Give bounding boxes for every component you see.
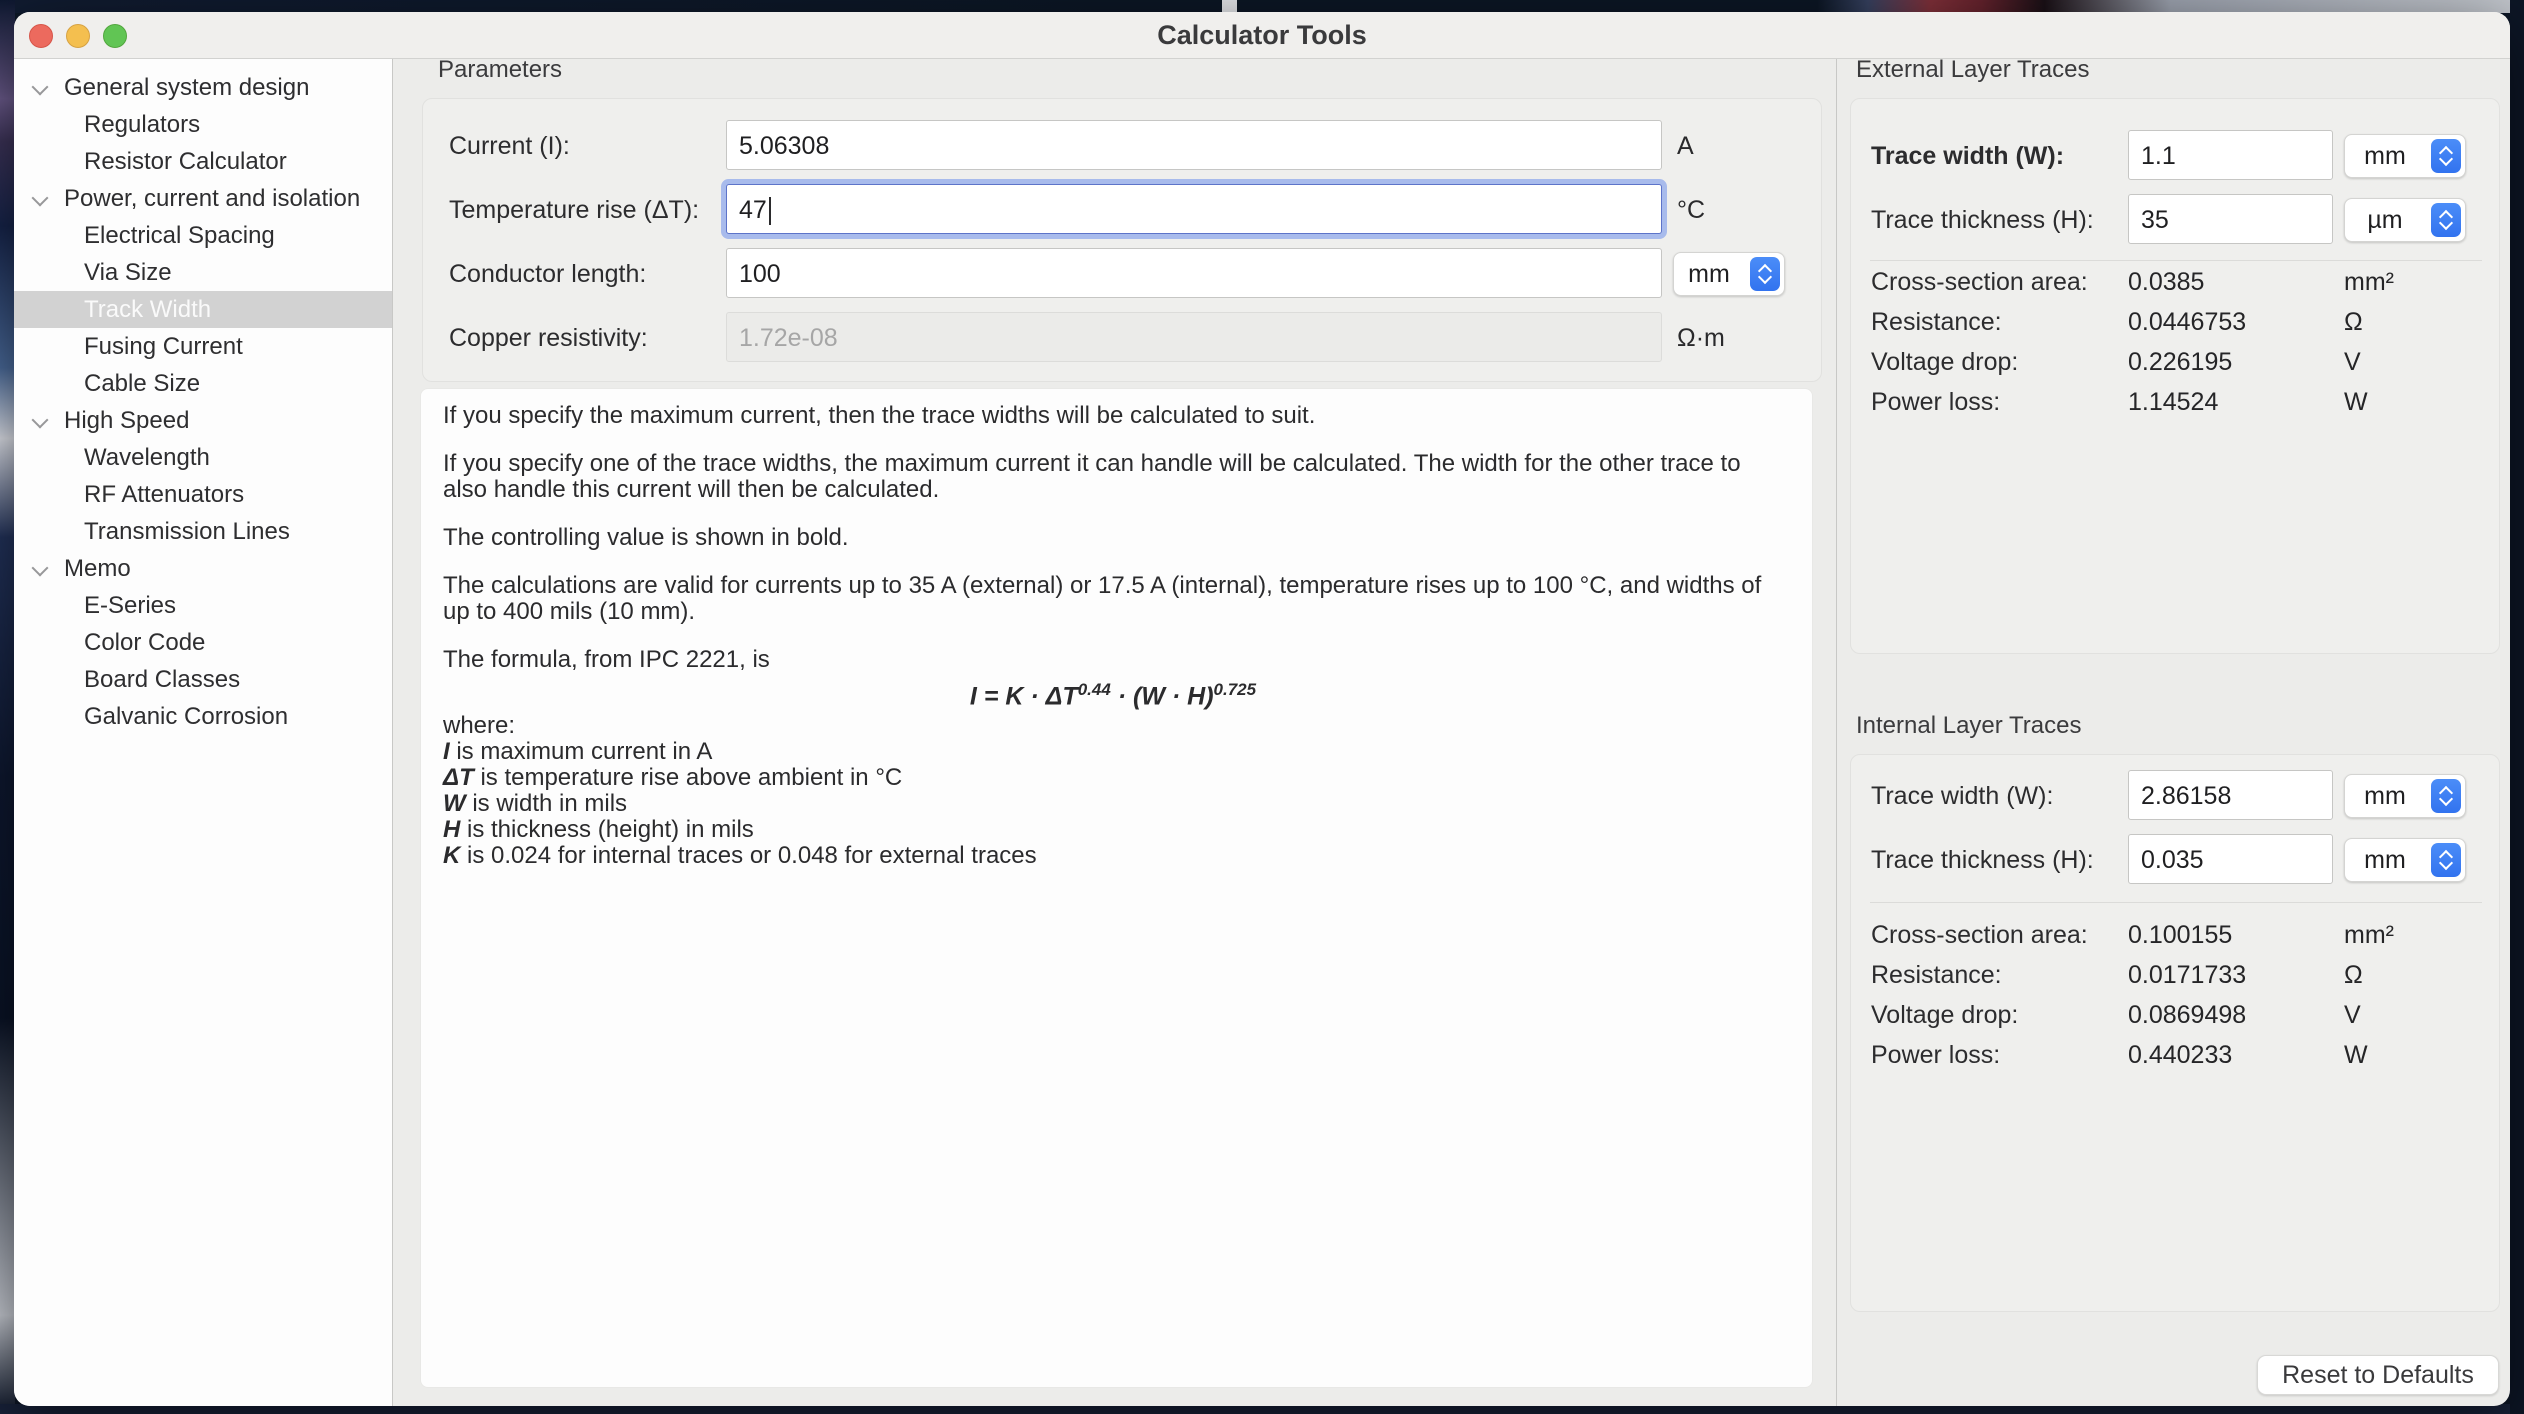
result-unit: W xyxy=(2344,382,2368,422)
text-caret xyxy=(769,197,771,225)
result-value: 0.0385 xyxy=(2128,262,2204,302)
chevron-down-icon xyxy=(32,79,49,96)
temperature-rise-label: Temperature rise (ΔT): xyxy=(449,184,699,236)
stepper-icon xyxy=(2431,203,2461,237)
result-value: 0.0171733 xyxy=(2128,955,2246,995)
sidebar-item-rf-attenuators[interactable]: RF Attenuators xyxy=(14,476,392,513)
result-label: Resistance: xyxy=(1871,955,2002,995)
external-section-label: External Layer Traces xyxy=(1856,56,2089,84)
note-formula-intro: The formula, from IPC 2221, is xyxy=(443,647,1783,673)
external-trace-width-label: Trace width (W): xyxy=(1871,130,2064,182)
result-label: Power loss: xyxy=(1871,1035,2000,1075)
chevron-down-icon xyxy=(32,412,49,429)
internal-section-label: Internal Layer Traces xyxy=(1856,712,2081,740)
temperature-rise-unit: °C xyxy=(1677,184,1705,236)
note-max-current: If you specify the maximum current, then… xyxy=(443,403,1783,429)
temperature-rise-input[interactable]: 47 xyxy=(726,184,1662,234)
window-title: Calculator Tools xyxy=(14,12,2510,58)
desktop-right-strip xyxy=(2510,0,2524,1414)
description-panel: If you specify the maximum current, then… xyxy=(420,388,1813,1388)
conductor-length-input[interactable]: 100 xyxy=(726,248,1662,298)
result-label: Voltage drop: xyxy=(1871,995,2018,1035)
internal-trace-width-label: Trace width (W): xyxy=(1871,770,2053,822)
copper-resistivity-label: Copper resistivity: xyxy=(449,312,648,364)
title-bar[interactable]: Calculator Tools xyxy=(14,12,2510,59)
internal-separator xyxy=(1870,902,2482,903)
external-trace-width-input[interactable]: 1.1 xyxy=(2128,130,2333,180)
result-unit: V xyxy=(2344,995,2361,1035)
reset-to-defaults-button[interactable]: Reset to Defaults xyxy=(2257,1355,2499,1395)
note-trace-widths: If you specify one of the trace widths, … xyxy=(443,451,1783,503)
internal-trace-thickness-input[interactable]: 0.035 xyxy=(2128,834,2333,884)
result-unit: Ω xyxy=(2344,955,2363,995)
calculator-tools-window: Calculator Tools General system design R… xyxy=(14,12,2510,1406)
desktop: Calculator Tools General system design R… xyxy=(0,0,2524,1414)
note-controlling-value: The controlling value is shown in bold. xyxy=(443,525,1783,551)
result-label: Cross-section area: xyxy=(1871,915,2088,955)
where-line-temp: ΔT is temperature rise above ambient in … xyxy=(443,765,1783,791)
internal-trace-thickness-unit-dropdown[interactable]: mm xyxy=(2344,838,2466,882)
where-line-width: W is width in mils xyxy=(443,791,1783,817)
result-unit: mm² xyxy=(2344,262,2394,302)
stepper-icon xyxy=(2431,139,2461,173)
conductor-length-unit-dropdown[interactable]: mm xyxy=(1673,252,1785,296)
external-trace-thickness-input[interactable]: 35 xyxy=(2128,194,2333,244)
result-unit: W xyxy=(2344,1035,2368,1075)
internal-trace-width-unit-dropdown[interactable]: mm xyxy=(2344,774,2466,818)
where-label: where: xyxy=(443,713,1783,739)
current-input[interactable]: 5.06308 xyxy=(726,120,1662,170)
desktop-left-strip xyxy=(0,0,15,1414)
result-label: Resistance: xyxy=(1871,302,2002,342)
result-value: 0.100155 xyxy=(2128,915,2232,955)
copper-resistivity-unit: Ω·m xyxy=(1677,312,1725,364)
stepper-icon xyxy=(2431,779,2461,813)
result-value: 0.0446753 xyxy=(2128,302,2246,342)
result-label: Voltage drop: xyxy=(1871,342,2018,382)
stepper-icon xyxy=(1750,257,1780,291)
result-unit: mm² xyxy=(2344,915,2394,955)
where-line-current: I is maximum current in A xyxy=(443,739,1783,765)
where-line-height: H is thickness (height) in mils xyxy=(443,817,1783,843)
chevron-down-icon xyxy=(32,560,49,577)
sidebar-item-wavelength[interactable]: Wavelength xyxy=(14,439,392,476)
result-value: 0.226195 xyxy=(2128,342,2232,382)
current-unit: A xyxy=(1677,120,1694,172)
result-unit: V xyxy=(2344,342,2361,382)
sidebar-item-high-speed[interactable]: High Speed xyxy=(14,402,392,439)
where-line-k: K is 0.024 for internal traces or 0.048 … xyxy=(443,843,1783,869)
copper-resistivity-input[interactable]: 1.72e-08 xyxy=(726,312,1662,362)
internal-trace-width-input[interactable]: 2.86158 xyxy=(2128,770,2333,820)
result-value: 0.440233 xyxy=(2128,1035,2232,1075)
sidebar-item-general-system-design[interactable]: General system design xyxy=(14,69,392,106)
parameters-section-label: Parameters xyxy=(438,56,562,84)
sidebar-item-e-series[interactable]: E-Series xyxy=(14,587,392,624)
result-value: 0.0869498 xyxy=(2128,995,2246,1035)
result-label: Power loss: xyxy=(1871,382,2000,422)
sidebar-item-galvanic-corrosion[interactable]: Galvanic Corrosion xyxy=(14,698,392,735)
result-value: 1.14524 xyxy=(2128,382,2218,422)
external-trace-width-unit-dropdown[interactable]: mm xyxy=(2344,134,2466,178)
external-trace-thickness-unit-dropdown[interactable]: µm xyxy=(2344,198,2466,242)
note-validity: The calculations are valid for currents … xyxy=(443,573,1783,625)
result-label: Cross-section area: xyxy=(1871,262,2088,302)
current-label: Current (I): xyxy=(449,120,570,172)
external-trace-thickness-label: Trace thickness (H): xyxy=(1871,194,2094,246)
external-separator xyxy=(1870,260,2482,261)
internal-trace-thickness-label: Trace thickness (H): xyxy=(1871,834,2094,886)
sidebar-item-transmission-lines[interactable]: Transmission Lines xyxy=(14,513,392,550)
sidebar-item-memo[interactable]: Memo xyxy=(14,550,392,587)
result-unit: Ω xyxy=(2344,302,2363,342)
sidebar-item-board-classes[interactable]: Board Classes xyxy=(14,661,392,698)
sidebar-item-cable-size[interactable]: Cable Size xyxy=(14,365,392,402)
ipc2221-formula: I = K · ΔT0.44 · (W · H)0.725 xyxy=(443,677,1783,709)
conductor-length-label: Conductor length: xyxy=(449,248,646,300)
sidebar-item-color-code[interactable]: Color Code xyxy=(14,624,392,661)
stepper-icon xyxy=(2431,843,2461,877)
